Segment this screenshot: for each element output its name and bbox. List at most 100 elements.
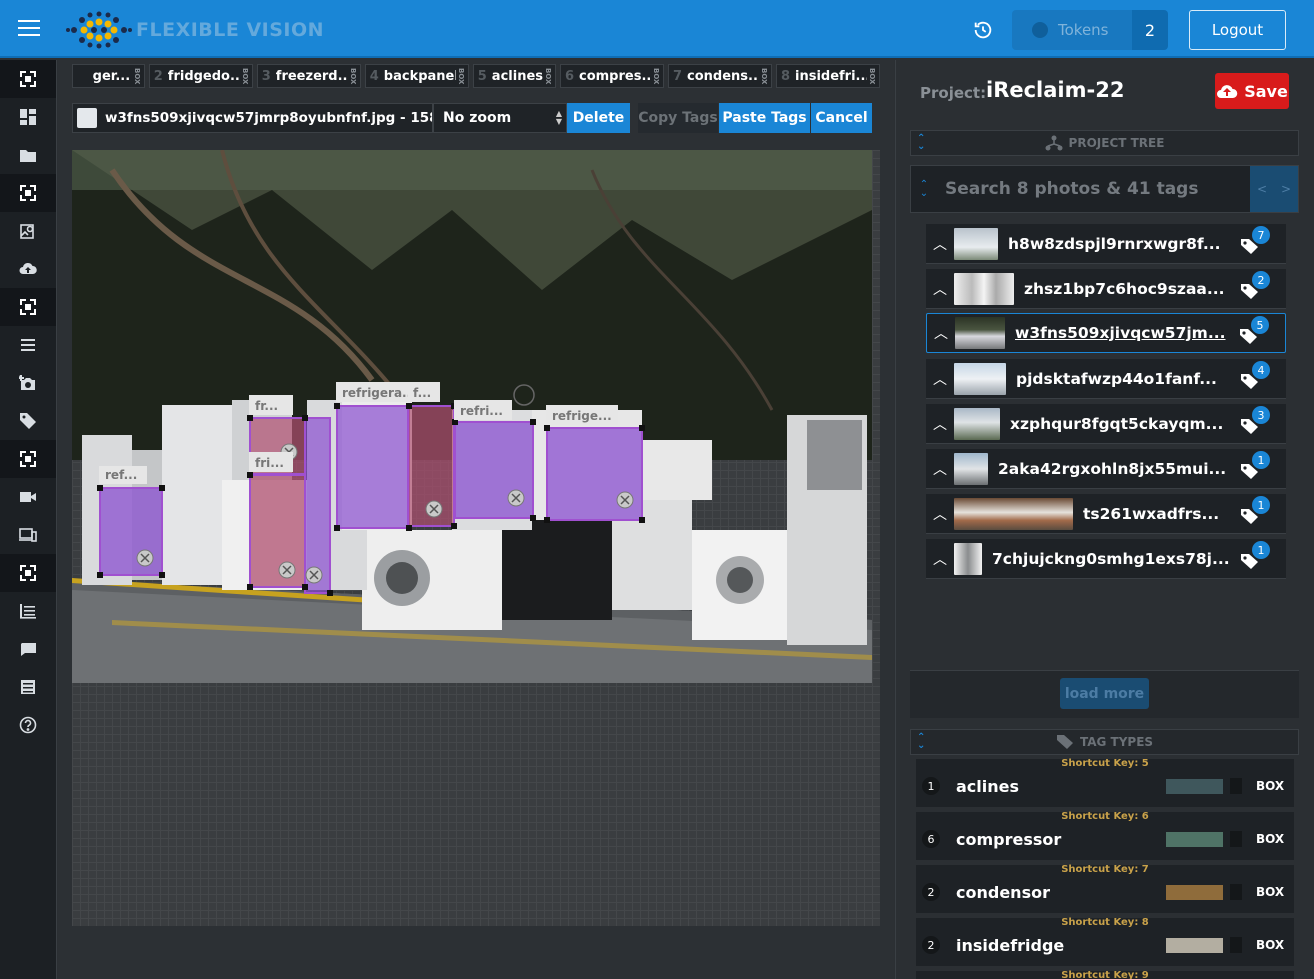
tag-tab[interactable]: 3 freezerd... BOX: [256, 64, 361, 88]
prev-page-button[interactable]: <: [1257, 182, 1267, 196]
tag-type-row[interactable]: Shortcut Key: 5 1 aclines BOX: [916, 758, 1294, 807]
tag-type-name: insidefridge: [956, 936, 1065, 955]
chevron-up-icon[interactable]: ︿: [926, 234, 954, 254]
photo-thumbnail: [954, 452, 988, 485]
project-label: Project:: [920, 84, 987, 102]
tag-type-row[interactable]: Shortcut Key: 8 2 insidefridge BOX: [916, 917, 1294, 966]
tag-count: 2: [922, 936, 940, 954]
tag-tab[interactable]: 5 aclines BOX: [472, 64, 556, 88]
sidebar-item-tags[interactable]: [0, 402, 56, 440]
sidebar-item-expand-3[interactable]: [0, 288, 56, 326]
sidebar-item-image-edit[interactable]: [0, 212, 56, 250]
tree-item[interactable]: ︿ xzphqur8fgqt5ckayqm... 3: [926, 404, 1286, 444]
paste-tags-button[interactable]: Paste Tags: [718, 103, 810, 133]
sidebar-item-docs[interactable]: [0, 668, 56, 706]
photo-thumbnail: [954, 362, 1006, 395]
color-swatch[interactable]: [1166, 885, 1223, 900]
annotation-label: ref...: [105, 468, 137, 482]
project-search[interactable]: ⌃ ⌄ Search 8 photos & 41 tags < >: [910, 165, 1299, 213]
document-icon: [21, 680, 35, 694]
tag-tab[interactable]: 8 insidefri... BOX: [776, 64, 880, 88]
project-tree-header[interactable]: ⌃ ⌄ PROJECT TREE: [910, 130, 1299, 156]
tag-types-title: TAG TYPES: [1079, 735, 1154, 749]
color-picker-handle[interactable]: [1230, 778, 1242, 794]
add-camera-icon: [19, 375, 35, 390]
collapse-icon[interactable]: ⌃ ⌄: [917, 134, 925, 152]
tag-type-row[interactable]: Shortcut Key: 7 2 condensor BOX: [916, 864, 1294, 913]
tree-item[interactable]: ︿ 2aka42rgxohln8jx55mui... 1: [926, 449, 1286, 489]
tag-type-row[interactable]: Shortcut Key: 9: [916, 970, 1294, 979]
sidebar-item-add-camera[interactable]: [0, 364, 56, 402]
color-picker-handle[interactable]: [1230, 937, 1242, 953]
tree-item-selected[interactable]: ︿ w3fns509xjivqcw57jm... 5: [926, 313, 1286, 353]
list-icon: [21, 339, 35, 351]
sort-icon[interactable]: ⌃ ⌄: [911, 180, 937, 199]
sidebar-item-list[interactable]: [0, 326, 56, 364]
brand-title: FLEXIBLE VISION: [136, 19, 325, 41]
tag-types-header[interactable]: ⌃ ⌄ TAG TYPES: [910, 729, 1299, 755]
sidebar-item-projects[interactable]: [0, 136, 56, 174]
chevron-up-icon[interactable]: ︿: [926, 549, 954, 569]
tree-item[interactable]: ︿ 7chjujckng0smhg1exs78j... 1: [926, 539, 1286, 579]
filename-field[interactable]: w3fns509xjivqcw57jmrp8oyubnfnf.jpg - 158…: [72, 103, 433, 133]
tag-type-row[interactable]: Shortcut Key: 6 6 compressor BOX: [916, 811, 1294, 860]
menu-icon[interactable]: [18, 20, 40, 38]
sidebar-item-expand[interactable]: [0, 60, 56, 98]
tag-tab-number: 7: [673, 68, 683, 84]
cancel-button[interactable]: Cancel: [810, 103, 872, 133]
tag-tab[interactable]: 6 compres... BOX: [560, 64, 664, 88]
chevron-up-icon[interactable]: ︿: [926, 414, 954, 434]
sidebar-item-devices[interactable]: [0, 516, 56, 554]
sidebar-item-chat[interactable]: [0, 630, 56, 668]
history-icon[interactable]: [972, 19, 994, 41]
color-swatch[interactable]: [1166, 938, 1223, 953]
color-swatch[interactable]: [1166, 832, 1223, 847]
delete-button[interactable]: Delete: [567, 103, 630, 133]
save-button[interactable]: Save: [1215, 73, 1289, 109]
tag-tab[interactable]: ger... BOX: [72, 64, 145, 88]
tree-item[interactable]: ︿ ts261wxadfrs... 1: [926, 494, 1286, 534]
expand-icon: [20, 565, 36, 581]
tag-tab[interactable]: 7 condens... BOX: [668, 64, 772, 88]
tree-item[interactable]: ︿ zhsz1bp7c6hoc9szaa... 2: [926, 269, 1286, 309]
tag-tab-name: compres...: [579, 68, 651, 84]
color-swatch[interactable]: [1166, 779, 1223, 794]
chevron-up-icon[interactable]: ︿: [926, 369, 954, 389]
token-icon: [1032, 22, 1048, 38]
photo-canvas[interactable]: ref... fr... fri... refrigera... f... re…: [72, 150, 872, 683]
next-page-button[interactable]: >: [1281, 182, 1291, 196]
sidebar-item-expand-4[interactable]: [0, 440, 56, 478]
tag-count-badge: 1: [1252, 541, 1270, 559]
tag-tab[interactable]: 4 backpanel BOX: [364, 64, 469, 88]
sidebar-item-expand-2[interactable]: [0, 174, 56, 212]
tag-tab-number: 4: [369, 68, 379, 84]
color-picker-handle[interactable]: [1230, 831, 1242, 847]
expand-icon: [20, 71, 36, 87]
chevron-up-icon[interactable]: ︿: [927, 323, 955, 343]
tokens-button[interactable]: Tokens 2: [1012, 10, 1168, 50]
load-more-button[interactable]: load more: [1060, 678, 1149, 709]
sidebar-item-upload[interactable]: [0, 250, 56, 288]
sidebar-item-help[interactable]: [0, 706, 56, 744]
sidebar-item-expand-5[interactable]: [0, 554, 56, 592]
tag-tab-name: condens...: [687, 68, 759, 84]
color-picker-handle[interactable]: [1230, 884, 1242, 900]
chevron-up-icon[interactable]: ︿: [926, 279, 954, 299]
zoom-select[interactable]: No zoom ▲ ▼: [433, 103, 567, 133]
video-icon: [20, 492, 36, 502]
tag-tab-name: insidefri...: [795, 68, 867, 84]
sidebar-item-report[interactable]: [0, 592, 56, 630]
tree-item[interactable]: ︿ pjdsktafwzp44o1fanf... 4: [926, 359, 1286, 399]
tag-type-kind: BOX: [1256, 779, 1285, 793]
search-input[interactable]: Search 8 photos & 41 tags: [937, 179, 1250, 199]
tag-tab[interactable]: 2 fridgedo... BOX: [148, 64, 253, 88]
collapse-icon[interactable]: ⌃ ⌄: [917, 733, 925, 751]
photo-thumbnail: [954, 272, 1014, 305]
copy-tags-button[interactable]: Copy Tags: [630, 103, 718, 133]
sidebar-item-video[interactable]: [0, 478, 56, 516]
chevron-up-icon[interactable]: ︿: [926, 459, 954, 479]
logout-button[interactable]: Logout: [1189, 10, 1286, 50]
chevron-up-icon[interactable]: ︿: [926, 504, 954, 524]
tree-item[interactable]: ︿ h8w8zdspjl9rnrxwgr8f... 7: [926, 224, 1286, 264]
sidebar-item-dashboard[interactable]: [0, 98, 56, 136]
